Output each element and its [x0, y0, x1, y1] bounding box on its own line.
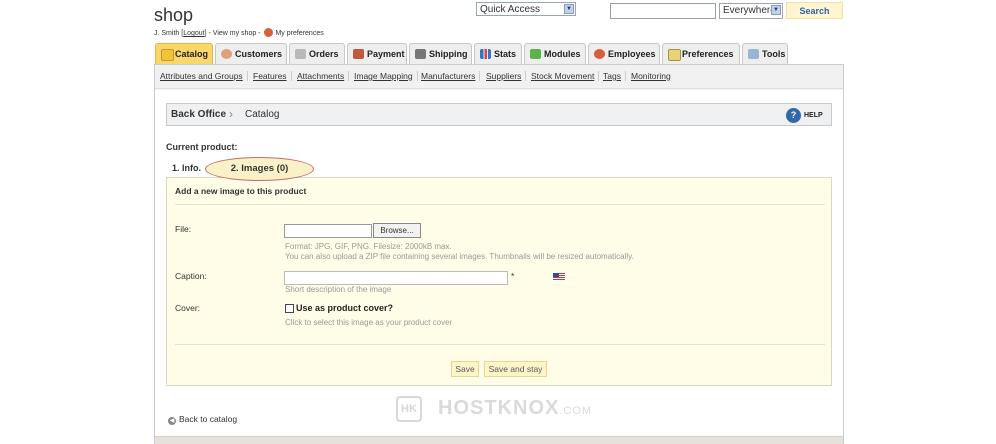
- watermark-text: HOSTKNOX.COM: [438, 397, 592, 420]
- caption-hint: Short description of the image: [285, 285, 392, 294]
- subnav-attributes-groups[interactable]: Attributes and Groups: [160, 71, 248, 81]
- chevron-down-icon: ▼: [564, 4, 574, 14]
- cart-icon: [295, 49, 306, 59]
- us-flag-icon[interactable]: [553, 273, 565, 281]
- footer-bar: [155, 436, 843, 444]
- tab-orders[interactable]: Orders: [289, 43, 345, 64]
- view-shop-link[interactable]: View my shop: [213, 30, 256, 37]
- cover-hint: Click to select this image as your produ…: [285, 318, 453, 327]
- help-button[interactable]: ? HELP: [786, 108, 823, 123]
- tab-customers[interactable]: Customers: [215, 43, 287, 64]
- tab-employees[interactable]: Employees: [588, 43, 660, 64]
- search-input[interactable]: [610, 3, 716, 19]
- file-label: File:: [175, 224, 192, 234]
- divider: [175, 344, 825, 345]
- catalog-subnav: Attributes and Groups Features Attachmen…: [155, 65, 843, 89]
- back-to-catalog-label: Back to catalog: [179, 414, 238, 424]
- required-marker: *: [511, 271, 515, 281]
- shop-title: shop: [154, 5, 194, 25]
- search-scope-value: Everywhere: [723, 5, 776, 16]
- chevron-right-icon: ›: [229, 107, 233, 121]
- tab-product-images[interactable]: 2. Images (0): [205, 157, 314, 181]
- panel-title: Add a new image to this product: [175, 186, 307, 196]
- back-arrow-icon: ◀: [168, 417, 176, 425]
- tab-label: Payment: [367, 49, 405, 59]
- watermark-suffix: .COM: [559, 405, 593, 417]
- subnav-suppliers[interactable]: Suppliers: [486, 71, 527, 81]
- tab-label: Stats: [494, 49, 517, 59]
- quick-access-label: Quick Access: [480, 4, 541, 15]
- file-zip-hint: You can also upload a ZIP file containin…: [285, 252, 634, 261]
- user-icon: [221, 49, 232, 59]
- watermark-name: HOSTKNOX: [438, 397, 560, 419]
- save-and-stay-button[interactable]: Save and stay: [484, 361, 547, 377]
- breadcrumb-current: Catalog: [245, 109, 280, 120]
- help-label: HELP: [804, 112, 823, 119]
- back-to-catalog-link[interactable]: ◀ Back to catalog: [168, 414, 237, 425]
- help-icon: ?: [786, 108, 801, 123]
- bar-chart-icon: [480, 49, 491, 59]
- save-button[interactable]: Save: [451, 361, 479, 377]
- tab-label: Employees: [608, 49, 656, 59]
- subnav-tags[interactable]: Tags: [603, 71, 626, 81]
- employee-icon: [594, 49, 605, 59]
- caption-input[interactable]: [284, 271, 508, 285]
- cover-checkbox[interactable]: [285, 304, 294, 313]
- tab-label: Customers: [235, 49, 283, 59]
- search-scope-select[interactable]: Everywhere ▼: [719, 3, 783, 19]
- tab-payment[interactable]: Payment: [347, 43, 407, 64]
- tab-label: Shipping: [429, 49, 468, 59]
- user-name: J. Smith: [154, 30, 180, 37]
- tab-modules[interactable]: Modules: [524, 43, 586, 64]
- hostknox-logo-icon: HK: [396, 396, 422, 422]
- tab-label: Orders: [309, 49, 339, 59]
- tab-shipping[interactable]: Shipping: [409, 43, 472, 64]
- subnav-stock-movement[interactable]: Stock Movement: [531, 71, 600, 81]
- puzzle-icon: [530, 49, 541, 59]
- current-product-label: Current product:: [166, 142, 238, 152]
- tab-label: Catalog: [175, 49, 209, 59]
- tab-stats[interactable]: Stats: [474, 43, 522, 64]
- caption-label: Caption:: [175, 271, 207, 281]
- file-format-hint: Format: JPG, GIF, PNG. Filesize: 2000kB …: [285, 242, 452, 251]
- logout-link[interactable]: Logout: [183, 30, 204, 37]
- file-path-field[interactable]: [284, 224, 372, 238]
- subnav-attachments[interactable]: Attachments: [297, 71, 350, 81]
- breadcrumb-root[interactable]: Back Office: [171, 104, 226, 125]
- my-preferences-link[interactable]: My preferences: [275, 30, 323, 37]
- tab-tools[interactable]: Tools: [742, 43, 788, 64]
- tab-preferences[interactable]: Preferences: [662, 43, 740, 64]
- folder-icon: [161, 49, 174, 61]
- subnav-monitoring[interactable]: Monitoring: [631, 71, 675, 81]
- tab-label: Preferences: [682, 49, 734, 59]
- chevron-down-icon: ▼: [771, 5, 781, 15]
- divider: [175, 204, 825, 205]
- quick-access-select[interactable]: Quick Access ▼: [476, 2, 576, 16]
- subnav-image-mapping[interactable]: Image Mapping: [354, 71, 418, 81]
- wrench-icon: [748, 49, 759, 59]
- cover-checkbox-label[interactable]: Use as product cover?: [296, 303, 393, 313]
- tab-catalog[interactable]: Catalog: [155, 43, 213, 66]
- tab-label: Tools: [762, 49, 786, 59]
- subnav-features[interactable]: Features: [253, 71, 292, 81]
- subnav-manufacturers[interactable]: Manufacturers: [421, 71, 481, 81]
- breadcrumb: Back Office › Catalog: [166, 103, 832, 126]
- user-bar: J. Smith [Logout] - View my shop - My pr…: [154, 28, 324, 37]
- preferences-user-icon: [264, 28, 274, 37]
- search-button[interactable]: Search: [786, 2, 843, 19]
- tab-label: Modules: [544, 49, 581, 59]
- truck-icon: [415, 49, 426, 59]
- payment-icon: [353, 49, 364, 59]
- browse-button[interactable]: Browse...: [373, 223, 421, 238]
- cover-label: Cover:: [175, 303, 201, 313]
- preferences-icon: [668, 49, 681, 61]
